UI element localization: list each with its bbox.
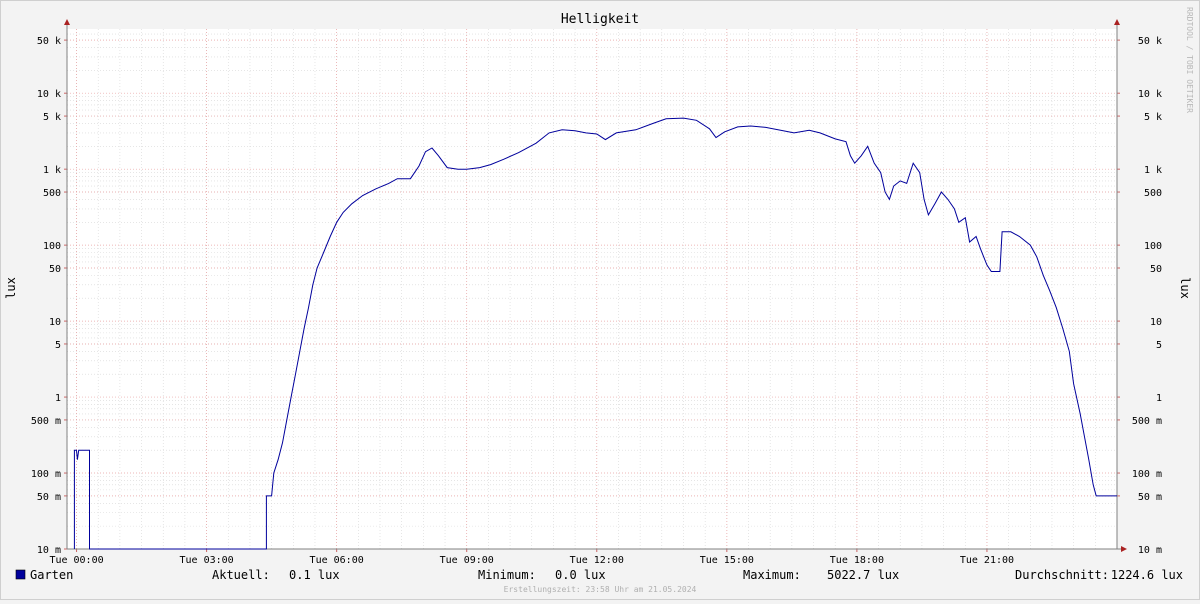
x-tick-label: Tue 00:00 — [49, 555, 103, 566]
y-tick-label-left: 5 — [55, 340, 61, 351]
y-tick-label-left: 50 m — [37, 492, 61, 503]
x-tick-label: Tue 12:00 — [570, 555, 624, 566]
watermark: RRDTOOL / TOBI OETIKER — [1185, 7, 1194, 113]
x-tick-label: Tue 09:00 — [440, 555, 494, 566]
legend-current-value: 0.1 lux — [289, 568, 340, 582]
y-tick-label-left: 50 k — [37, 36, 61, 47]
chart-title: Helligkeit — [561, 12, 639, 27]
y-tick-label-right: 5 k — [1144, 112, 1162, 123]
y-tick-label-right: 5 — [1156, 340, 1162, 351]
y-tick-label-right: 1 k — [1144, 165, 1162, 176]
y-tick-label-left: 10 k — [37, 89, 61, 100]
x-tick-label: Tue 06:00 — [310, 555, 364, 566]
legend-current-label: Aktuell: — [212, 568, 270, 582]
y-tick-label-right: 10 k — [1138, 89, 1162, 100]
y-tick-label-right: 50 m — [1138, 492, 1162, 503]
y-axis-arrow-right — [1114, 19, 1120, 25]
x-tick-label: Tue 18:00 — [830, 555, 884, 566]
legend-swatch-garten — [15, 569, 26, 580]
x-tick-label: Tue 21:00 — [960, 555, 1014, 566]
x-tick-label: Tue 03:00 — [180, 555, 234, 566]
y-tick-label-right: 100 — [1144, 241, 1162, 252]
y-tick-label-left: 1 — [55, 393, 61, 404]
y-tick-label-left: 500 — [43, 188, 61, 199]
y-tick-label-right: 100 m — [1132, 469, 1162, 480]
y-tick-label-left: 5 k — [43, 112, 61, 123]
y-tick-label-right: 10 m — [1138, 545, 1162, 556]
legend-max-value: 5022.7 lux — [827, 568, 899, 582]
plot-area — [67, 29, 1117, 549]
y-tick-label-left: 100 m — [31, 469, 61, 480]
y-tick-label-left: 50 — [49, 264, 61, 275]
x-axis-arrow — [1121, 546, 1127, 552]
x-tick-label: Tue 15:00 — [700, 555, 754, 566]
y-axis-label-left: lux — [4, 277, 18, 299]
legend-avg-value: 1224.6 lux — [1111, 568, 1183, 582]
y-tick-label-left: 1 k — [43, 165, 61, 176]
y-tick-label-left: 10 m — [37, 545, 61, 556]
legend-min-label: Minimum: — [478, 568, 536, 582]
legend-series-name: Garten — [30, 568, 73, 582]
y-tick-label-right: 500 — [1144, 188, 1162, 199]
brightness-chart: Helligkeit RRDTOOL / TOBI OETIKER lux lu… — [4, 7, 1194, 594]
y-tick-label-left: 100 — [43, 241, 61, 252]
y-tick-label-left: 10 — [49, 317, 61, 328]
y-tick-label-right: 50 — [1150, 264, 1162, 275]
legend-avg-label: Durchschnitt: — [1015, 568, 1109, 582]
legend-min-value: 0.0 lux — [555, 568, 606, 582]
y-axis-arrow-left — [64, 19, 70, 25]
y-axis-label-right: lux — [1178, 277, 1192, 299]
y-tick-label-left: 500 m — [31, 416, 61, 427]
y-tick-label-right: 500 m — [1132, 416, 1162, 427]
rrd-graph: Helligkeit RRDTOOL / TOBI OETIKER lux lu… — [0, 0, 1200, 600]
y-tick-label-right: 10 — [1150, 317, 1162, 328]
footer-timestamp: Erstellungszeit: 23:58 Uhr am 21.05.2024 — [504, 585, 697, 594]
y-tick-label-right: 1 — [1156, 393, 1162, 404]
y-tick-label-right: 50 k — [1138, 36, 1162, 47]
legend-max-label: Maximum: — [743, 568, 801, 582]
